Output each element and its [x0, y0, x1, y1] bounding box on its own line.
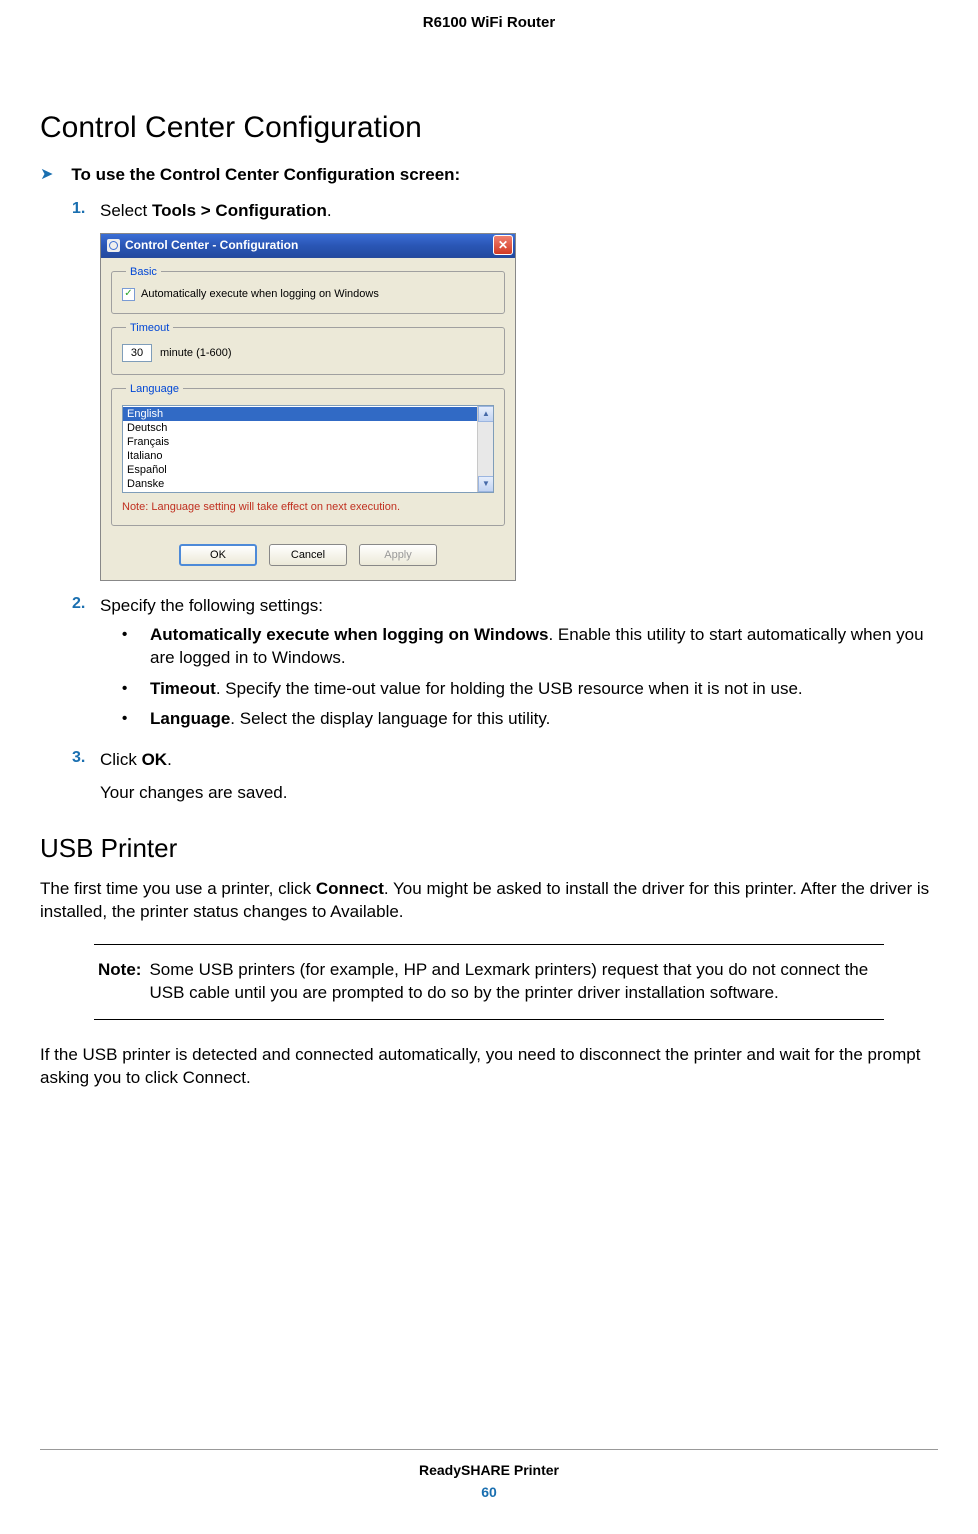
step-2: 2. Specify the following settings: • Aut…	[72, 595, 938, 740]
bullet-item: • Language. Select the display language …	[122, 708, 938, 731]
page-header: R6100 WiFi Router	[0, 0, 978, 31]
titlebar: Control Center - Configuration ✕	[101, 234, 515, 258]
step-text: Select	[100, 201, 152, 220]
step-bold: OK	[142, 750, 168, 769]
checkbox-row: ✓ Automatically execute when logging on …	[122, 288, 494, 301]
step-1: 1. Select Tools > Configuration.	[72, 200, 938, 223]
section-title-usb-printer: USB Printer	[40, 833, 938, 864]
bullet-item: • Automatically execute when logging on …	[122, 624, 938, 670]
group-language: Language English Deutsch Français Italia…	[111, 383, 505, 526]
steps-list-cont: 2. Specify the following settings: • Aut…	[40, 595, 938, 806]
note-label: Note:	[98, 959, 141, 1005]
step-text: .	[327, 201, 332, 220]
gear-icon	[107, 239, 120, 252]
dialog-buttons: OK Cancel Apply	[101, 544, 515, 580]
bullet-body: Timeout. Specify the time-out value for …	[150, 678, 938, 701]
language-item[interactable]: Italiano	[123, 449, 493, 463]
close-icon: ✕	[498, 238, 508, 252]
step-result: Your changes are saved.	[100, 782, 938, 805]
note-row: Note: Some USB printers (for example, HP…	[98, 959, 880, 1005]
page-footer: ReadySHARE Printer 60	[40, 1449, 938, 1500]
group-timeout: Timeout 30 minute (1-600)	[111, 322, 505, 375]
footer-page-number: 60	[40, 1484, 938, 1500]
timeout-unit: minute (1-600)	[160, 347, 232, 359]
apply-button[interactable]: Apply	[359, 544, 437, 566]
step-body: Click OK. Your changes are saved.	[100, 749, 938, 805]
note-block: Note: Some USB printers (for example, HP…	[94, 944, 884, 1020]
bullet-text: . Select the display language for this u…	[230, 709, 550, 728]
step-bold: Tools > Configuration	[152, 201, 327, 220]
bullet-bold: Automatically execute when logging on Wi…	[150, 625, 548, 644]
step-text: Specify the following settings:	[100, 596, 323, 615]
language-note: Note: Language setting will take effect …	[122, 501, 494, 513]
language-item[interactable]: English	[123, 407, 493, 421]
language-item[interactable]: Français	[123, 435, 493, 449]
language-item[interactable]: Deutsch	[123, 421, 493, 435]
language-items: English Deutsch Français Italiano Españo…	[123, 406, 493, 492]
bullet-mark: •	[122, 624, 150, 670]
group-timeout-legend: Timeout	[126, 322, 173, 334]
group-language-legend: Language	[126, 383, 183, 395]
steps-list: 1. Select Tools > Configuration.	[40, 200, 938, 223]
config-dialog: Control Center - Configuration ✕ Basic ✓…	[100, 233, 516, 581]
scrollbar[interactable]: ▲ ▼	[477, 406, 493, 492]
para-bold: Connect	[316, 879, 384, 898]
language-item[interactable]: Español	[123, 463, 493, 477]
checkbox-label: Automatically execute when logging on Wi…	[141, 288, 379, 300]
paragraph: The first time you use a printer, click …	[40, 878, 938, 924]
scroll-up-button[interactable]: ▲	[478, 406, 494, 422]
procedure-heading: ➤ To use the Control Center Configuratio…	[40, 165, 938, 186]
step-3: 3. Click OK. Your changes are saved.	[72, 749, 938, 805]
step-body: Select Tools > Configuration.	[100, 200, 938, 223]
procedure-heading-text: To use the Control Center Configuration …	[71, 165, 460, 185]
scroll-down-button[interactable]: ▼	[478, 476, 494, 492]
bullet-item: • Timeout. Specify the time-out value fo…	[122, 678, 938, 701]
note-text: Some USB printers (for example, HP and L…	[149, 959, 880, 1005]
bullet-bold: Timeout	[150, 679, 216, 698]
para-text: The first time you use a printer, click	[40, 879, 316, 898]
cancel-button[interactable]: Cancel	[269, 544, 347, 566]
group-basic: Basic ✓ Automatically execute when loggi…	[111, 266, 505, 314]
bullet-text: . Specify the time-out value for holding…	[216, 679, 803, 698]
page-content: Control Center Configuration ➤ To use th…	[0, 111, 978, 1090]
footer-title: ReadySHARE Printer	[40, 1462, 938, 1478]
step-body: Specify the following settings: • Automa…	[100, 595, 938, 740]
paragraph: If the USB printer is detected and conne…	[40, 1044, 938, 1090]
timeout-input[interactable]: 30	[122, 344, 152, 362]
bullet-body: Automatically execute when logging on Wi…	[150, 624, 938, 670]
group-basic-legend: Basic	[126, 266, 161, 278]
dialog-title: Control Center - Configuration	[125, 238, 298, 252]
timeout-row: 30 minute (1-600)	[122, 344, 494, 362]
bullet-mark: •	[122, 678, 150, 701]
language-item[interactable]: Danske	[123, 477, 493, 491]
step-text: Click	[100, 750, 142, 769]
language-listbox[interactable]: English Deutsch Français Italiano Españo…	[122, 405, 494, 493]
auto-execute-checkbox[interactable]: ✓	[122, 288, 135, 301]
close-button[interactable]: ✕	[493, 235, 513, 255]
bullet-bold: Language	[150, 709, 230, 728]
step-number: 2.	[72, 595, 100, 613]
bullet-body: Language. Select the display language fo…	[150, 708, 938, 731]
arrow-icon: ➤	[40, 165, 53, 186]
step-text: .	[167, 750, 172, 769]
ok-button[interactable]: OK	[179, 544, 257, 566]
section-title-control-center: Control Center Configuration	[40, 111, 938, 145]
dialog-body: Basic ✓ Automatically execute when loggi…	[101, 258, 515, 544]
bullet-list: • Automatically execute when logging on …	[100, 624, 938, 732]
step-number: 3.	[72, 749, 100, 767]
titlebar-left: Control Center - Configuration	[107, 238, 298, 252]
bullet-mark: •	[122, 708, 150, 731]
step-number: 1.	[72, 200, 100, 218]
